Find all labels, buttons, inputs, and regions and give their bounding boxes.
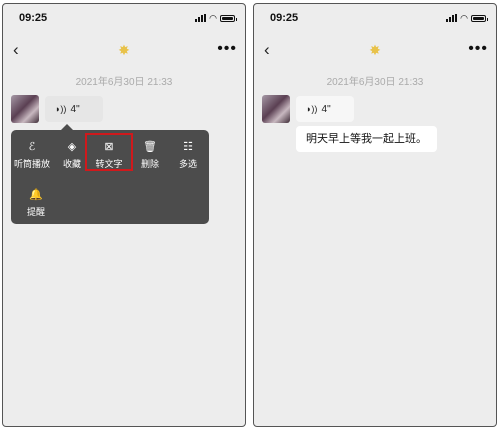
message-timestamp: 2021年6月30日 21:33 (75, 77, 173, 88)
phone-screen-after: 09:25 ◠ ‹ ✸ ••• 2021年6月30日 21:33 ◗)) 4'' … (253, 3, 497, 427)
status-bar: 09:25 ◠ (3, 12, 245, 26)
menu-item-earpiece-play[interactable]: ℰ 听筒播放 (13, 140, 51, 170)
cellular-signal-icon (195, 14, 207, 22)
bell-icon: 🔔 (29, 189, 43, 201)
chat-navbar: ‹ ✸ ••• (3, 40, 245, 62)
message-context-menu: ℰ 听筒播放 ◈ 收藏 ⊠ 转文字 🗑 删除 ☷ 多选 🔔 提醒 (11, 124, 209, 224)
voice-wave-icon: ◗)) (55, 104, 67, 114)
menu-item-label: 删除 (140, 159, 159, 169)
menu-item-multiselect[interactable]: ☷ 多选 (169, 140, 207, 170)
battery-icon (471, 14, 488, 22)
voice-duration: 4'' (321, 104, 331, 115)
ear-icon: ℰ (28, 141, 36, 153)
wifi-icon: ◠ (209, 13, 217, 23)
status-time: 09:25 (19, 12, 48, 24)
status-time: 09:25 (270, 12, 299, 24)
back-arrow-icon[interactable]: ‹ (264, 40, 270, 60)
menu-item-label: 收藏 (62, 159, 81, 169)
transcribe-highlight-box (85, 133, 133, 171)
multiselect-icon: ☷ (183, 141, 193, 153)
contact-avatar-icon[interactable]: ✸ (367, 42, 383, 58)
cellular-signal-icon (446, 14, 458, 22)
trash-icon: 🗑 (143, 141, 157, 153)
sender-avatar[interactable] (11, 95, 39, 123)
menu-item-label: 多选 (178, 159, 197, 169)
transcribed-text-bubble[interactable]: 明天早上等我一起上班。 (296, 126, 437, 152)
wifi-icon: ◠ (460, 13, 468, 23)
contact-avatar-icon[interactable]: ✸ (116, 42, 132, 58)
more-options-icon[interactable]: ••• (217, 40, 237, 58)
status-bar: 09:25 ◠ (254, 12, 496, 26)
sender-avatar[interactable] (262, 95, 290, 123)
menu-item-label: 提醒 (26, 207, 45, 217)
menu-item-label: 听筒播放 (13, 159, 50, 169)
phone-screen-before: 09:25 ◠ ‹ ✸ ••• 2021年6月30日 21:33 ◗)) 4'' … (2, 3, 246, 427)
message-timestamp: 2021年6月30日 21:33 (326, 77, 424, 88)
voice-message-bubble[interactable]: ◗)) 4'' (296, 96, 354, 122)
back-arrow-icon[interactable]: ‹ (13, 40, 19, 60)
voice-message-bubble[interactable]: ◗)) 4'' (45, 96, 103, 122)
voice-duration: 4'' (70, 104, 80, 115)
menu-item-remind[interactable]: 🔔 提醒 (17, 188, 55, 218)
voice-wave-icon: ◗)) (306, 104, 318, 114)
chat-navbar: ‹ ✸ ••• (254, 40, 496, 62)
more-options-icon[interactable]: ••• (468, 40, 488, 58)
battery-icon (220, 14, 237, 22)
menu-item-delete[interactable]: 🗑 删除 (131, 140, 169, 170)
